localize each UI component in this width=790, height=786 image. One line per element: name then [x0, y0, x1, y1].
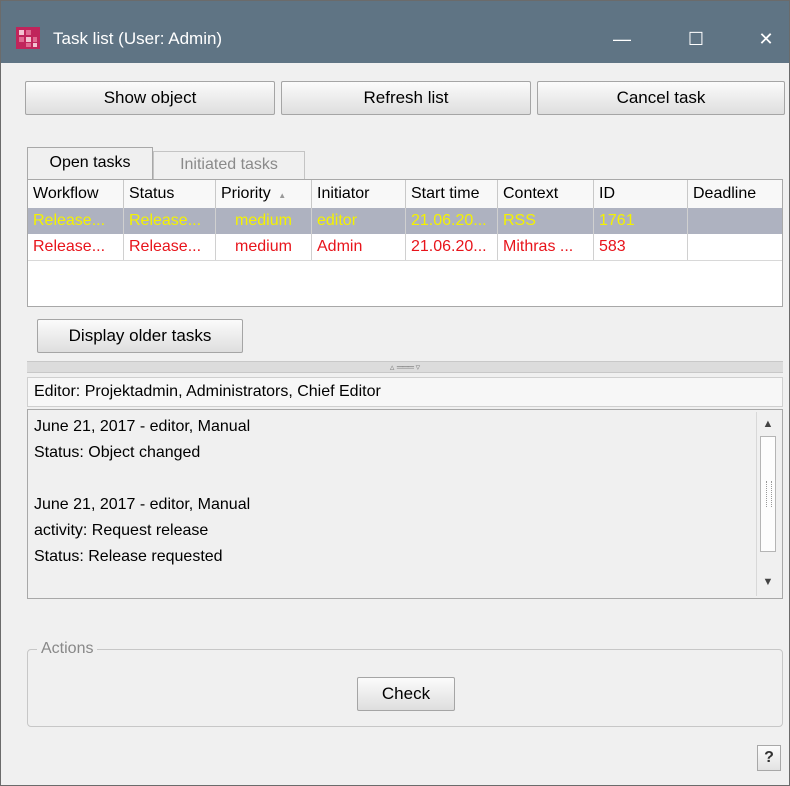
cell-id: 583 — [594, 234, 688, 260]
column-header-workflow[interactable]: Workflow — [28, 180, 124, 208]
cell-context: RSS — [498, 208, 594, 234]
scroll-up-arrow-icon[interactable]: ▲ — [759, 414, 777, 434]
title-bar[interactable]: Task list (User: Admin) — ☐ ✕ — [1, 1, 789, 63]
column-header-initiator[interactable]: Initiator — [312, 180, 406, 208]
column-header-priority-label: Priority — [221, 185, 271, 202]
close-button[interactable]: ✕ — [743, 19, 789, 59]
minimize-button[interactable]: — — [599, 19, 645, 59]
app-icon — [16, 27, 40, 49]
divider-down-arrow-icon[interactable]: ▿ — [416, 362, 421, 372]
history-line: June 21, 2017 - editor, Manual — [34, 496, 251, 513]
history-line: Status: Object changed — [34, 444, 201, 461]
cell-context: Mithras ... — [498, 234, 594, 260]
cell-id: 1761 — [594, 208, 688, 234]
cell-workflow: Release... — [28, 234, 124, 260]
table-header: Workflow Status Priority ▲ Initiator Sta… — [28, 180, 782, 209]
cell-priority: medium — [216, 208, 312, 234]
task-table: Workflow Status Priority ▲ Initiator Sta… — [27, 179, 783, 307]
cell-initiator: editor — [312, 208, 406, 234]
display-older-tasks-button[interactable]: Display older tasks — [37, 319, 243, 353]
cell-start-time: 21.06.20... — [406, 234, 498, 260]
column-header-priority[interactable]: Priority ▲ — [216, 180, 312, 208]
help-button[interactable]: ? — [757, 745, 781, 771]
history-line: activity: Request release — [34, 522, 209, 539]
vertical-scrollbar[interactable]: ▲ ▼ — [756, 412, 779, 596]
column-header-id[interactable]: ID — [594, 180, 688, 208]
scroll-down-arrow-icon[interactable]: ▼ — [759, 572, 777, 592]
task-list-window: Task list (User: Admin) — ☐ ✕ Show objec… — [0, 0, 790, 786]
history-line: Status: Release requested — [34, 548, 223, 565]
editor-info: Editor: Projektadmin, Administrators, Ch… — [27, 377, 783, 407]
cell-status: Release... — [124, 234, 216, 260]
history-line: June 21, 2017 - editor, Manual — [34, 418, 251, 435]
thumb-grip-icon — [766, 481, 772, 507]
column-header-start-time[interactable]: Start time — [406, 180, 498, 208]
check-button[interactable]: Check — [357, 677, 455, 711]
table-row[interactable]: Release... Release... medium Admin 21.06… — [28, 234, 782, 261]
column-header-context[interactable]: Context — [498, 180, 594, 208]
actions-group-label: Actions — [37, 640, 98, 658]
divider-up-arrow-icon[interactable]: ▵ — [390, 362, 395, 372]
cell-priority: medium — [216, 234, 312, 260]
show-object-button[interactable]: Show object — [25, 81, 275, 115]
column-header-deadline[interactable]: Deadline — [688, 180, 782, 208]
cell-start-time: 21.06.20... — [406, 208, 498, 234]
cell-deadline — [688, 208, 782, 234]
cell-workflow: Release... — [28, 208, 124, 234]
cell-status: Release... — [124, 208, 216, 234]
cell-initiator: Admin — [312, 234, 406, 260]
task-history-panel[interactable]: June 21, 2017 - editor, Manual Status: O… — [27, 409, 783, 599]
split-pane-divider[interactable]: ▵ ═══ ▿ — [27, 361, 783, 373]
tab-initiated-tasks[interactable]: Initiated tasks — [153, 151, 305, 179]
scrollbar-thumb[interactable] — [760, 436, 776, 552]
cell-deadline — [688, 234, 782, 260]
column-header-status[interactable]: Status — [124, 180, 216, 208]
tab-open-tasks[interactable]: Open tasks — [27, 147, 153, 179]
sort-ascending-icon: ▲ — [278, 191, 287, 200]
divider-grip-icon: ═══ — [396, 362, 414, 372]
refresh-list-button[interactable]: Refresh list — [281, 81, 531, 115]
maximize-button[interactable]: ☐ — [673, 19, 719, 59]
cancel-task-button[interactable]: Cancel task — [537, 81, 785, 115]
table-row[interactable]: Release... Release... medium editor 21.0… — [28, 208, 782, 234]
window-title: Task list (User: Admin) — [53, 29, 223, 48]
